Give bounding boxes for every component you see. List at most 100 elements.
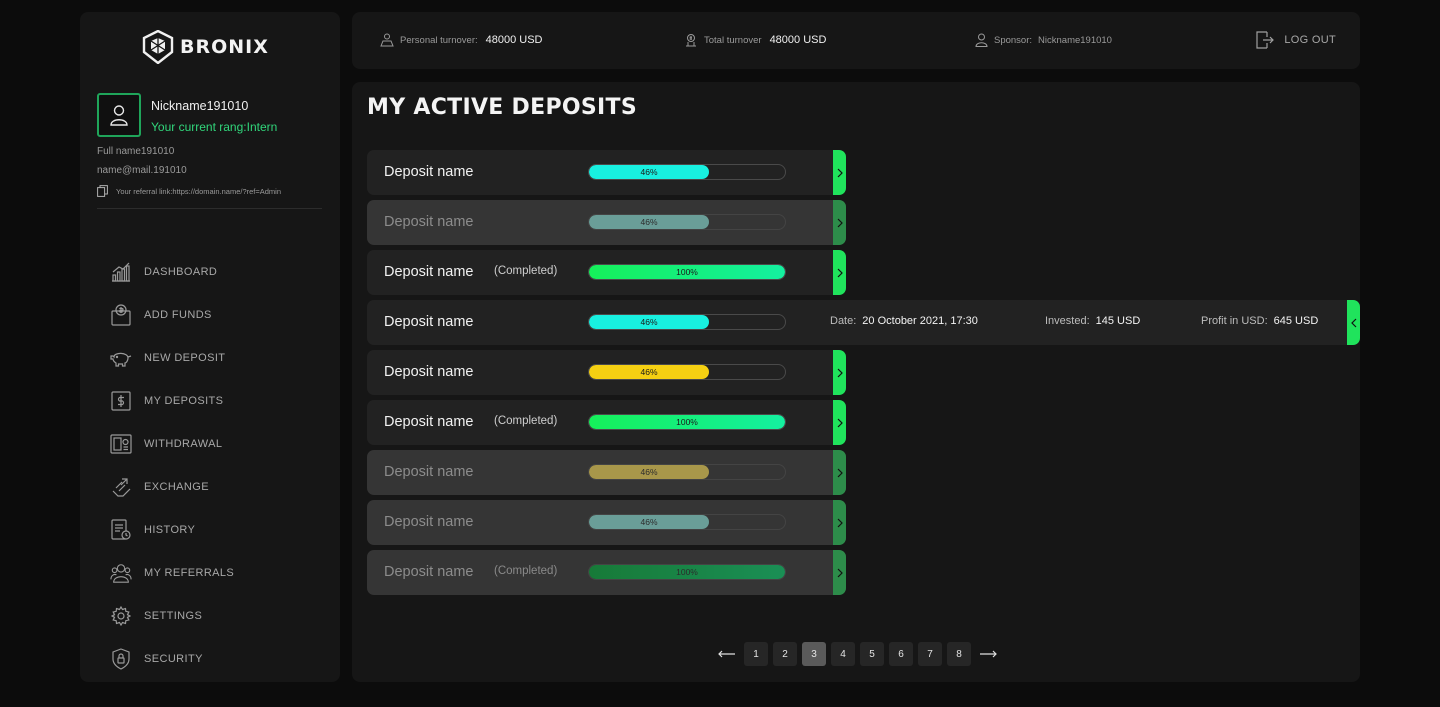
sidebar-item-settings[interactable]: SETTINGS	[110, 594, 234, 637]
profile-nickname: Nickname191010	[151, 99, 249, 113]
deposit-progress-label: 100%	[676, 417, 698, 427]
deposit-progress-bar: 46%	[588, 314, 786, 330]
deposit-progress-label: 46%	[640, 217, 658, 227]
piggy-bank-icon	[110, 347, 132, 369]
expand-handle[interactable]	[833, 500, 846, 545]
deposit-row[interactable]: Deposit name 46% Date: 20 October 2021, 1…	[367, 300, 1360, 345]
page-button-3[interactable]: 3	[802, 642, 826, 666]
profile-full-name: Full name191010	[97, 146, 175, 157]
page-button-6[interactable]: 6	[889, 642, 913, 666]
sidebar: BRONIX Nickname191010 Your current rang:…	[80, 12, 340, 682]
chevron-right-icon	[837, 168, 843, 177]
sidebar-item-label: SETTINGS	[144, 609, 203, 622]
copy-icon[interactable]	[97, 185, 108, 197]
deposit-profit-value: 645 USD	[1273, 315, 1319, 327]
chevron-right-icon	[837, 568, 843, 577]
logout-label: LOG OUT	[1284, 34, 1336, 46]
deposit-progress-bar: 46%	[588, 464, 786, 480]
deposit-invested-label: Invested:	[1045, 315, 1090, 327]
prev-page-button[interactable]	[715, 643, 739, 665]
cash-out-icon	[110, 433, 132, 455]
sidebar-item-add-funds[interactable]: ADD FUNDS	[110, 293, 234, 336]
sidebar-item-label: MY DEPOSITS	[144, 394, 224, 407]
sidebar-item-label: WITHDRAWAL	[144, 437, 223, 450]
shield-lock-icon	[110, 647, 132, 670]
bronix-logo-icon	[142, 30, 174, 64]
chevron-right-icon	[837, 218, 843, 227]
sidebar-item-my-deposits[interactable]: MY DEPOSITS	[110, 379, 234, 422]
sidebar-item-label: HISTORY	[144, 523, 196, 536]
page-button-2[interactable]: 2	[773, 642, 797, 666]
sidebar-item-security[interactable]: SECURITY	[110, 637, 234, 680]
deposit-name: Deposit name	[384, 564, 474, 580]
sidebar-item-dashboard[interactable]: DASHBOARD	[110, 250, 234, 293]
chevron-right-icon	[837, 268, 843, 277]
personal-turnover-value: 48000 USD	[485, 34, 543, 46]
deposit-invested-value: 145 USD	[1095, 315, 1141, 327]
logout-icon	[1256, 31, 1275, 49]
page-button-5[interactable]: 5	[860, 642, 884, 666]
deposit-date-value: 20 October 2021, 17:30	[862, 315, 978, 327]
profile-rang: Your current rang:Intern	[151, 120, 278, 134]
deposit-progress-label: 46%	[640, 467, 658, 477]
deposit-row[interactable]: Deposit name 46%	[367, 500, 846, 545]
deposit-date-label: Date:	[830, 315, 857, 327]
deposit-status: (Completed)	[494, 265, 558, 277]
total-turnover-value: 48000 USD	[769, 34, 827, 46]
expand-handle[interactable]	[833, 250, 846, 295]
deposit-row[interactable]: Deposit name (Completed) 100%	[367, 250, 846, 295]
user-chart-icon	[380, 33, 394, 47]
expand-handle[interactable]	[833, 400, 846, 445]
referral-link[interactable]: Your referral link:https://domain.name/?…	[97, 185, 281, 197]
sidebar-item-history[interactable]: HISTORY	[110, 508, 234, 551]
page-title: MY ACTIVE DEPOSITS	[367, 95, 637, 120]
sidebar-item-label: ADD FUNDS	[144, 308, 212, 321]
expand-handle[interactable]	[833, 350, 846, 395]
sidebar-item-label: SECURITY	[144, 652, 203, 665]
deposit-row[interactable]: Deposit name (Completed) 100%	[367, 550, 846, 595]
sidebar-item-withdrawal[interactable]: WITHDRAWAL	[110, 422, 234, 465]
user-icon	[975, 33, 988, 47]
page-button-4[interactable]: 4	[831, 642, 855, 666]
chevron-right-icon	[837, 418, 843, 427]
deposit-date: Date: 20 October 2021, 17:30	[830, 315, 978, 327]
deposit-row[interactable]: Deposit name 46%	[367, 450, 846, 495]
deposit-progress-bar: 100%	[588, 414, 786, 430]
deposit-name: Deposit name	[384, 514, 474, 530]
deposit-invested: Invested: 145 USD	[1045, 315, 1140, 327]
collapse-handle[interactable]	[1347, 300, 1360, 345]
sidebar-nav: DASHBOARD ADD FUNDS NEW DEPOSIT MY DEPOS…	[110, 250, 234, 680]
sidebar-item-new-deposit[interactable]: NEW DEPOSIT	[110, 336, 234, 379]
deposit-row[interactable]: Deposit name 46%	[367, 200, 846, 245]
next-page-button[interactable]	[976, 643, 1000, 665]
expand-handle[interactable]	[833, 150, 846, 195]
gear-icon	[110, 605, 132, 627]
page-button-1[interactable]: 1	[744, 642, 768, 666]
sidebar-item-my-referrals[interactable]: MY REFERRALS	[110, 551, 234, 594]
deposit-profit-label: Profit in USD:	[1201, 315, 1268, 327]
deposit-progress-bar: 46%	[588, 164, 786, 180]
deposit-progress-bar: 46%	[588, 364, 786, 380]
avatar[interactable]	[97, 93, 141, 137]
sidebar-item-exchange[interactable]: EXCHANGE	[110, 465, 234, 508]
deposit-name: Deposit name	[384, 214, 474, 230]
deposit-progress-label: 100%	[676, 267, 698, 277]
document-history-icon	[110, 518, 132, 541]
dollar-square-icon	[110, 390, 132, 412]
deposit-progress-label: 100%	[676, 567, 698, 577]
deposit-progress-bar: 100%	[588, 564, 786, 580]
expand-handle[interactable]	[833, 450, 846, 495]
brand-name: BRONIX	[180, 36, 269, 58]
brand-logo[interactable]: BRONIX	[142, 30, 269, 64]
deposit-row[interactable]: Deposit name 46%	[367, 350, 846, 395]
page-button-8[interactable]: 8	[947, 642, 971, 666]
deposit-status: (Completed)	[494, 565, 558, 577]
deposit-name: Deposit name	[384, 364, 474, 380]
users-icon	[110, 562, 132, 584]
deposit-row[interactable]: Deposit name (Completed) 100%	[367, 400, 846, 445]
deposit-row[interactable]: Deposit name 46%	[367, 150, 846, 195]
expand-handle[interactable]	[833, 550, 846, 595]
page-button-7[interactable]: 7	[918, 642, 942, 666]
expand-handle[interactable]	[833, 200, 846, 245]
logout-button[interactable]: LOG OUT	[1256, 31, 1336, 49]
